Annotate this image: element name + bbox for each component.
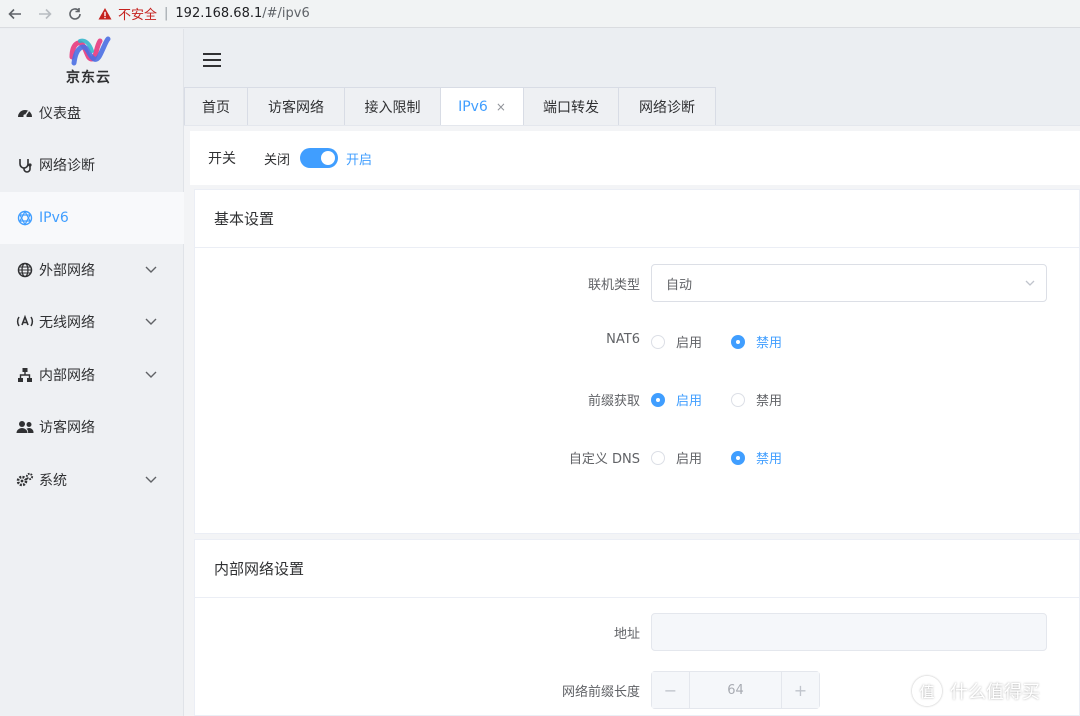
radio-label: 启用 [676, 452, 703, 467]
tab-guest-network[interactable]: 访客网络 [247, 87, 345, 125]
lan-icon [16, 366, 34, 384]
sidebar-item-ipv6[interactable]: IPv6 [0, 192, 184, 244]
sidebar-item-dashboard[interactable]: 仪表盘 [0, 87, 184, 139]
sidebar-item-label: 内部网络 [39, 368, 95, 384]
address-input[interactable] [651, 613, 1047, 651]
sidebar-item-lan[interactable]: 内部网络 [0, 349, 184, 401]
tab-port-forward[interactable]: 端口转发 [523, 87, 619, 125]
tab-bar: 首页 访客网络 接入限制 IPv6 × 端口转发 网络诊断 [184, 87, 716, 125]
conn-type-value: 自动 [666, 277, 693, 293]
card-title: 基本设置 [195, 190, 1079, 248]
url-path[interactable]: /#/ipv6 [262, 6, 309, 21]
card-title: 内部网络设置 [195, 540, 1079, 598]
sidebar-item-label: 网络诊断 [39, 158, 95, 174]
address-label: 地址 [613, 627, 640, 642]
back-arrow-icon[interactable] [0, 0, 30, 28]
tab-ipv6[interactable]: IPv6 × [440, 87, 524, 125]
prefix-length-label: 网络前缀长度 [561, 685, 640, 700]
sidebar-item-label: 仪表盘 [39, 106, 81, 122]
prefix-label: 前缀获取 [587, 394, 640, 409]
sidebar: 京东云 仪表盘 网络诊断 IPv6 外部网络 无线网络 内部网络 访客网络 系统 [0, 29, 184, 716]
tab-label: 端口转发 [543, 99, 599, 116]
prefix-length-stepper[interactable]: − 64 + [651, 671, 820, 709]
chevron-down-icon[interactable] [144, 262, 158, 276]
conn-type-label: 联机类型 [587, 278, 640, 293]
chevron-down-icon[interactable] [144, 472, 158, 486]
chevron-down-icon[interactable] [144, 314, 158, 328]
sidebar-item-wireless[interactable]: 无线网络 [0, 296, 184, 348]
decrement-button[interactable]: − [652, 672, 690, 708]
wireless-icon [16, 313, 34, 331]
conn-type-select[interactable]: 自动 [651, 264, 1047, 302]
gears-icon [16, 471, 34, 489]
radio-label: 启用 [676, 394, 703, 409]
brand-logo-text: 京东云 [66, 70, 111, 86]
tab-label: 接入限制 [364, 99, 421, 116]
sidebar-item-label: 系统 [39, 473, 67, 489]
sidebar-item-label: 访客网络 [39, 420, 95, 436]
watermark-logo: 值 [912, 676, 942, 706]
nat6-enable-radio[interactable]: 启用 [651, 332, 702, 351]
security-status[interactable]: 不安全 [118, 4, 157, 23]
stethoscope-icon [16, 156, 34, 174]
ipv6-switch-row: 开关 关闭 开启 [190, 131, 1080, 185]
tab-access-limit[interactable]: 接入限制 [344, 87, 441, 125]
chevron-down-icon[interactable] [144, 367, 158, 381]
sidebar-item-system[interactable]: 系统 [0, 454, 184, 506]
forward-arrow-icon[interactable] [30, 0, 60, 28]
dns-disable-radio[interactable]: 禁用 [731, 448, 782, 467]
address-bar[interactable]: 不安全 | 192.168.68.1 /#/ipv6 [98, 0, 310, 28]
tab-label: 访客网络 [268, 99, 324, 116]
dns-label: 自定义 DNS [568, 452, 640, 467]
basic-settings-card: 基本设置 [194, 189, 1080, 534]
tab-home[interactable]: 首页 [184, 87, 248, 125]
browser-toolbar: 不安全 | 192.168.68.1 /#/ipv6 [0, 0, 1080, 28]
tab-label: 网络诊断 [639, 99, 695, 116]
url-host[interactable]: 192.168.68.1 [175, 6, 262, 21]
increment-button[interactable]: + [781, 672, 819, 708]
dns-enable-radio[interactable]: 启用 [651, 448, 702, 467]
switch-off-label[interactable]: 关闭 [264, 149, 290, 168]
close-icon[interactable]: × [496, 100, 506, 114]
users-icon [16, 418, 34, 436]
switch-on-label[interactable]: 开启 [346, 149, 372, 168]
globe-icon [16, 261, 34, 279]
radio-label: 启用 [676, 336, 703, 351]
sidebar-item-label: 无线网络 [39, 315, 95, 331]
sidebar-item-external-network[interactable]: 外部网络 [0, 244, 184, 296]
prefix-length-value[interactable]: 64 [690, 683, 781, 698]
sidebar-item-guest-network[interactable]: 访客网络 [0, 401, 184, 453]
sidebar-item-label: IPv6 [39, 210, 69, 226]
ipv6-toggle[interactable] [300, 148, 339, 168]
address-separator: | [164, 6, 169, 21]
nat6-label: NAT6 [606, 332, 640, 347]
tab-network-diagnostics[interactable]: 网络诊断 [618, 87, 716, 125]
radio-label: 禁用 [756, 336, 783, 351]
nat6-disable-radio[interactable]: 禁用 [731, 332, 782, 351]
prefix-disable-radio[interactable]: 禁用 [731, 390, 782, 409]
ipv6-icon [16, 209, 34, 227]
switch-title: 开关 [208, 151, 236, 167]
chevron-down-icon [1024, 277, 1036, 289]
menu-toggle-icon[interactable] [203, 53, 221, 69]
radio-label: 禁用 [756, 452, 783, 467]
sidebar-item-label: 外部网络 [39, 263, 95, 279]
prefix-enable-radio[interactable]: 启用 [651, 390, 702, 409]
reload-icon[interactable] [60, 0, 90, 28]
tab-label: IPv6 [458, 98, 488, 115]
sidebar-item-diagnostics[interactable]: 网络诊断 [0, 139, 184, 191]
radio-label: 禁用 [756, 394, 783, 409]
watermark-text: 什么值得买 [950, 682, 1040, 703]
tab-label: 首页 [202, 99, 230, 116]
warning-icon[interactable] [98, 7, 112, 21]
watermark: 值 什么值得买 [912, 676, 1040, 706]
dashboard-icon [16, 104, 34, 122]
